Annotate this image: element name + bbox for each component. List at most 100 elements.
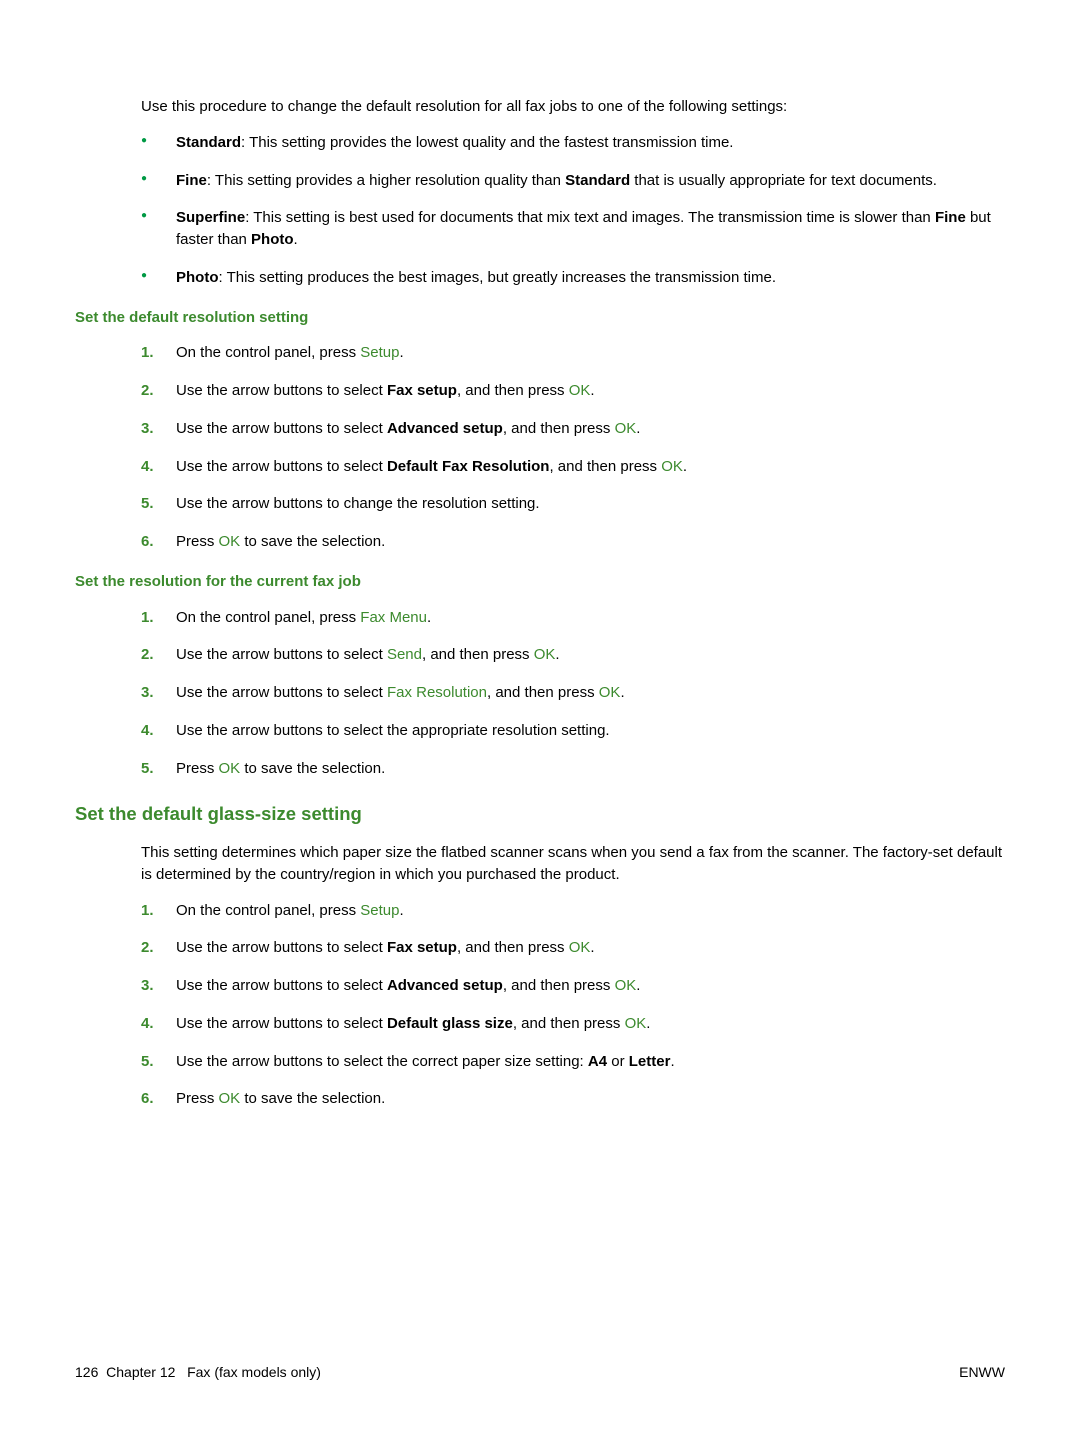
steps-glass-size: On the control panel, press Setup. Use t… [141,900,1005,1111]
menu-label: OK [534,646,556,663]
menu-label: OK [219,1090,241,1107]
option-desc: : This setting is best used for document… [245,209,935,226]
step: Use the arrow buttons to select Send, an… [141,644,1005,666]
menu-label: OK [569,382,591,399]
step-text: On the control panel, press [176,344,360,361]
chapter-title: Fax (fax models only) [187,1364,321,1380]
page-footer: 126 Chapter 12 Fax (fax models only) ENW… [75,1362,1005,1382]
option-desc: : This setting produces the best images,… [219,269,777,286]
step-text: Use the arrow buttons to select [176,977,387,994]
step-text: or [607,1053,629,1070]
step: Use the arrow buttons to select Fax setu… [141,937,1005,959]
step: Use the arrow buttons to change the reso… [141,493,1005,515]
step: Press OK to save the selection. [141,531,1005,553]
step-text: On the control panel, press [176,609,360,626]
step-text: . [636,420,640,437]
heading-glass-size: Set the default glass-size setting [75,801,1005,828]
step-text: Use the arrow buttons to select the corr… [176,1053,588,1070]
menu-label: Send [387,646,422,663]
step-text: Use the arrow buttons to select [176,684,387,701]
step-text: . [590,939,594,956]
step: Use the arrow buttons to select Advanced… [141,975,1005,997]
step-text: On the control panel, press [176,902,360,919]
option-desc: : This setting provides a higher resolut… [207,172,565,189]
step-text: . [620,684,624,701]
step: Use the arrow buttons to select Fax setu… [141,380,1005,402]
step-text: . [399,344,403,361]
step: On the control panel, press Fax Menu. [141,607,1005,629]
menu-label: OK [219,533,241,550]
step-text: Press [176,533,219,550]
inline-bold: Fine [935,209,966,226]
step: Use the arrow buttons to select the appr… [141,720,1005,742]
option-name: Fine [176,172,207,189]
list-item: Superfine: This setting is best used for… [141,207,1005,251]
step-text: , and then press [503,977,615,994]
inline-bold: Default Fax Resolution [387,458,550,475]
step-text: to save the selection. [240,533,385,550]
step-text: Press [176,1090,219,1107]
step-text: . [590,382,594,399]
footer-left: 126 Chapter 12 Fax (fax models only) [75,1362,321,1382]
step: Use the arrow buttons to select Advanced… [141,418,1005,440]
menu-label: OK [219,760,241,777]
menu-label: OK [615,420,637,437]
steps-default-resolution: On the control panel, press Setup. Use t… [141,342,1005,553]
menu-label: OK [569,939,591,956]
inline-bold: A4 [588,1053,607,1070]
menu-label: Fax Resolution [387,684,487,701]
inline-bold: Letter [629,1053,671,1070]
steps-current-job: On the control panel, press Fax Menu. Us… [141,607,1005,780]
resolution-options-list: Standard: This setting provides the lowe… [141,132,1005,289]
step-text: , and then press [457,382,569,399]
list-item: Fine: This setting provides a higher res… [141,170,1005,192]
step-text: . [427,609,431,626]
option-desc: that is usually appropriate for text doc… [630,172,937,189]
intro-text: Use this procedure to change the default… [141,96,1005,118]
step: On the control panel, press Setup. [141,342,1005,364]
menu-label: OK [599,684,621,701]
step: Press OK to save the selection. [141,1088,1005,1110]
inline-bold: Fax setup [387,939,457,956]
step-text: , and then press [513,1015,625,1032]
list-item: Photo: This setting produces the best im… [141,267,1005,289]
inline-bold: Advanced setup [387,977,503,994]
step-text: Use the arrow buttons to select [176,646,387,663]
step-text: to save the selection. [240,1090,385,1107]
menu-label: OK [615,977,637,994]
footer-right: ENWW [959,1362,1005,1382]
inline-bold: Advanced setup [387,420,503,437]
step-text: Press [176,760,219,777]
step-text: , and then press [503,420,615,437]
step-text: Use the arrow buttons to select [176,420,387,437]
chapter-number: Chapter 12 [106,1364,175,1380]
step-text: Use the arrow buttons to select [176,1015,387,1032]
step: Use the arrow buttons to select Default … [141,1013,1005,1035]
heading-current-job-resolution: Set the resolution for the current fax j… [75,571,1005,593]
manual-page: Use this procedure to change the default… [0,0,1080,1437]
step-text: . [646,1015,650,1032]
step-text: . [636,977,640,994]
inline-bold: Standard [565,172,630,189]
step-text: Use the arrow buttons to select [176,382,387,399]
inline-bold: Photo [251,231,294,248]
step-text: . [683,458,687,475]
option-name: Photo [176,269,219,286]
heading-default-resolution: Set the default resolution setting [75,307,1005,329]
menu-label: Setup [360,902,399,919]
step-text: . [399,902,403,919]
menu-label: Setup [360,344,399,361]
list-item: Standard: This setting provides the lowe… [141,132,1005,154]
step-text: , and then press [487,684,599,701]
step-text: , and then press [549,458,661,475]
step-text: , and then press [457,939,569,956]
option-name: Superfine [176,209,245,226]
step: Press OK to save the selection. [141,758,1005,780]
step-text: Use the arrow buttons to select [176,458,387,475]
menu-label: OK [661,458,683,475]
inline-bold: Fax setup [387,382,457,399]
step-text: Use the arrow buttons to select [176,939,387,956]
step-text: , and then press [422,646,534,663]
page-content: Use this procedure to change the default… [141,96,1005,1110]
step-text: . [555,646,559,663]
